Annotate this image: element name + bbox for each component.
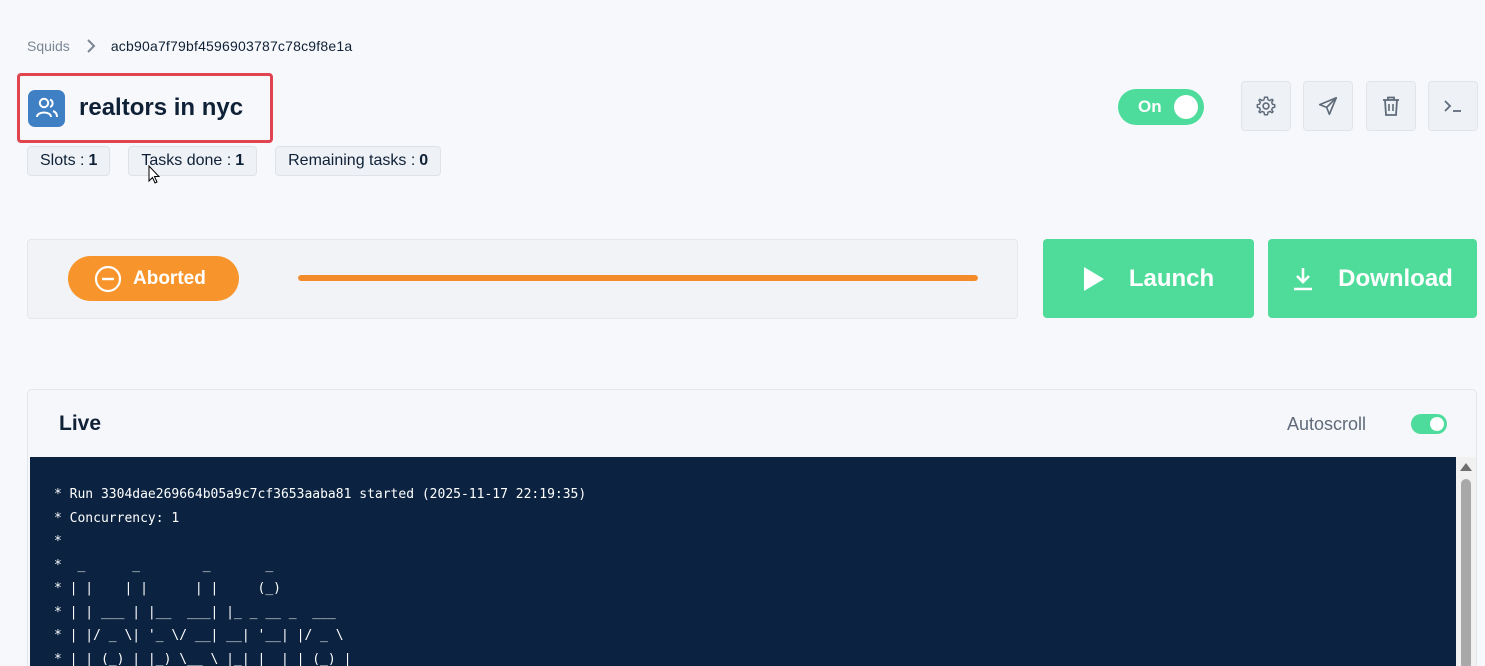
stat-label: Slots : [40, 152, 85, 169]
status-badge: Aborted [68, 256, 239, 301]
download-icon [1294, 267, 1313, 290]
page-title-container: realtors in nyc [17, 73, 273, 143]
share-button[interactable] [1303, 81, 1353, 131]
download-label: Download [1338, 264, 1453, 292]
delete-button[interactable] [1366, 81, 1416, 131]
breadcrumb-root-link[interactable]: Squids [27, 38, 70, 54]
run-status-panel: Aborted [27, 239, 1018, 319]
log-output: * Run 3304dae269664b05a9c7cf3653aaba81 s… [30, 457, 1456, 666]
gear-icon [1256, 96, 1276, 116]
autoscroll-toggle[interactable] [1411, 414, 1447, 434]
autoscroll-label: Autoscroll [1286, 414, 1366, 434]
stat-value: 0 [419, 152, 429, 169]
scroll-up-arrow-icon[interactable] [1460, 463, 1472, 471]
stat-value: 1 [235, 152, 245, 169]
toggle-label: On [1138, 97, 1162, 116]
chevron-right-icon [86, 38, 96, 54]
send-icon [1318, 96, 1338, 116]
toggle-knob [1174, 95, 1198, 119]
status-label: Aborted [133, 267, 206, 289]
stat-slots: Slots :1 [27, 146, 111, 176]
console-button[interactable] [1428, 81, 1478, 131]
page-title: realtors in nyc [79, 94, 244, 121]
trash-icon [1383, 96, 1399, 116]
terminal-icon [1444, 100, 1461, 112]
stat-value: 1 [88, 152, 98, 169]
toggle-knob [1430, 417, 1444, 431]
stat-remaining-tasks: Remaining tasks :0 [275, 146, 442, 176]
stat-label: Remaining tasks : [288, 152, 416, 169]
live-title: Live [59, 412, 102, 435]
live-log-card: Live Autoscroll * Run 3304dae269664b05a9… [27, 389, 1477, 666]
log-scrollbar[interactable] [1456, 457, 1476, 666]
minus-circle-icon [94, 265, 122, 292]
live-header: Live Autoscroll [28, 390, 1476, 456]
launch-label: Launch [1128, 264, 1215, 292]
progress-bar [298, 275, 978, 281]
breadcrumb-current: acb90a7f79bf4596903787c78c9f8e1a [110, 38, 353, 54]
breadcrumb: Squids acb90a7f79bf4596903787c78c9f8e1a [27, 35, 352, 57]
download-button[interactable]: Download [1268, 239, 1477, 318]
users-icon [28, 89, 65, 127]
stats-bar: Slots :1 Tasks done :1 Remaining tasks :… [27, 146, 459, 176]
launch-button[interactable]: Launch [1043, 239, 1254, 318]
mouse-cursor-icon [148, 164, 161, 190]
scroll-thumb[interactable] [1461, 479, 1471, 666]
settings-button[interactable] [1241, 81, 1291, 131]
progress-fill [298, 275, 978, 281]
play-icon [1083, 266, 1104, 291]
squid-enabled-toggle[interactable]: On [1118, 89, 1204, 125]
